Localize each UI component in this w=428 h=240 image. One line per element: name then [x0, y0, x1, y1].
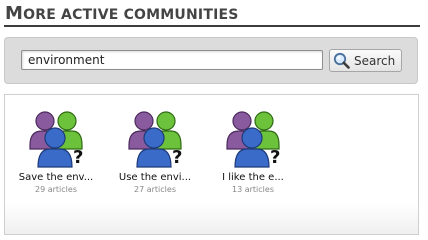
community-card[interactable]: ? I like the e... 13 articles [211, 109, 295, 195]
search-panel: Search [4, 37, 418, 84]
community-group-icon: ? [29, 111, 83, 168]
svg-text:?: ? [73, 147, 83, 168]
community-name[interactable]: I like the e... [211, 172, 295, 184]
search-button[interactable]: Search [329, 49, 402, 72]
section-title: MORE ACTIVE COMMUNITIES [5, 4, 239, 25]
community-card[interactable]: ? Use the envi... 27 articles [113, 109, 197, 195]
article-count: 27 articles [134, 185, 176, 194]
article-count: 13 articles [232, 185, 274, 194]
title-initial: M [5, 3, 24, 24]
svg-text:?: ? [172, 147, 182, 168]
community-name[interactable]: Save the env... [14, 172, 98, 184]
community-name[interactable]: Use the envi... [113, 172, 197, 184]
search-button-label: Search [354, 53, 396, 68]
community-group-icon: ? [226, 111, 280, 168]
community-card[interactable]: ? Save the env... 29 articles [14, 109, 98, 195]
magnifier-icon [333, 52, 350, 69]
search-input[interactable] [21, 50, 323, 70]
community-results: ? Save the env... 29 articles ? Use the … [4, 94, 419, 235]
svg-text:?: ? [270, 147, 280, 168]
article-count: 29 articles [35, 185, 77, 194]
title-divider [4, 25, 420, 27]
community-group-icon: ? [128, 111, 182, 168]
title-rest: ORE ACTIVE COMMUNITIES [23, 7, 239, 23]
